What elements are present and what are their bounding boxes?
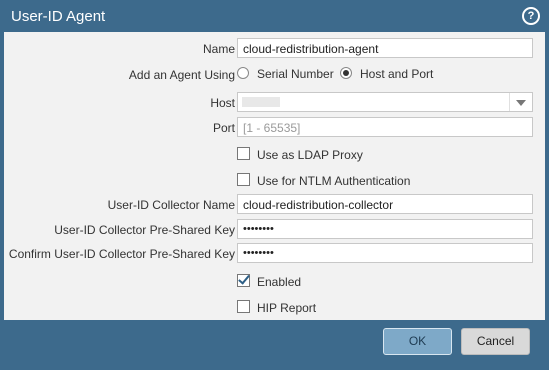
host-label: Host — [210, 96, 235, 110]
hip-report-row: HIP Report — [4, 298, 545, 320]
name-label: Name — [202, 42, 235, 56]
port-input[interactable]: [1 - 65535] — [237, 117, 533, 137]
dialog-body: Name cloud-redistribution-agent Add an A… — [4, 32, 545, 320]
user-id-agent-dialog: User-ID Agent ? Name cloud-redistributio… — [0, 0, 549, 370]
confirm-pre-shared-key-input[interactable]: •••••••• — [237, 243, 533, 263]
ldap-proxy-label[interactable]: Use as LDAP Proxy — [257, 148, 363, 162]
collector-name-label: User-ID Collector Name — [107, 198, 235, 212]
hip-report-checkbox[interactable] — [237, 300, 250, 313]
pre-shared-key-input[interactable]: •••••••• — [237, 219, 533, 239]
ok-button[interactable]: OK — [383, 328, 452, 355]
enabled-row: Enabled — [4, 272, 545, 294]
cancel-button[interactable]: Cancel — [461, 328, 530, 355]
name-row: Name cloud-redistribution-agent — [4, 38, 545, 60]
port-row: Port [1 - 65535] — [4, 117, 545, 139]
add-agent-using-row: Add an Agent Using Serial Number Host an… — [4, 64, 545, 86]
serial-number-label[interactable]: Serial Number — [257, 67, 334, 81]
dialog-titlebar: User-ID Agent ? — [0, 0, 549, 32]
host-and-port-label[interactable]: Host and Port — [360, 67, 433, 81]
name-input[interactable]: cloud-redistribution-agent — [237, 38, 533, 58]
ntlm-label[interactable]: Use for NTLM Authentication — [257, 174, 410, 188]
confirm-pre-shared-key-row: Confirm User-ID Collector Pre-Shared Key… — [4, 243, 545, 265]
pre-shared-key-label: User-ID Collector Pre-Shared Key — [54, 223, 235, 237]
dialog-footer: OK Cancel — [0, 320, 549, 370]
dialog-title: User-ID Agent — [11, 8, 106, 25]
collector-name-row: User-ID Collector Name cloud-redistribut… — [4, 194, 545, 216]
help-icon[interactable]: ? — [522, 7, 540, 25]
confirm-pre-shared-key-label: Confirm User-ID Collector Pre-Shared Key — [8, 247, 235, 261]
pre-shared-key-row: User-ID Collector Pre-Shared Key •••••••… — [4, 219, 545, 241]
host-row: Host — [4, 92, 545, 114]
chevron-down-icon[interactable] — [509, 93, 532, 111]
ldap-proxy-row: Use as LDAP Proxy — [4, 145, 545, 167]
enabled-checkbox[interactable] — [237, 274, 250, 287]
hip-report-label[interactable]: HIP Report — [257, 301, 316, 315]
ntlm-checkbox[interactable] — [237, 173, 250, 186]
port-label: Port — [212, 121, 235, 135]
serial-number-radio[interactable] — [237, 67, 249, 79]
ntlm-row: Use for NTLM Authentication — [4, 171, 545, 193]
host-combobox[interactable] — [237, 92, 533, 112]
ldap-proxy-checkbox[interactable] — [237, 147, 250, 160]
enabled-label[interactable]: Enabled — [257, 275, 301, 289]
add-agent-using-label: Add an Agent Using — [128, 68, 235, 82]
collector-name-input[interactable]: cloud-redistribution-collector — [237, 194, 533, 214]
host-and-port-radio[interactable] — [340, 67, 352, 79]
host-value — [242, 97, 280, 107]
